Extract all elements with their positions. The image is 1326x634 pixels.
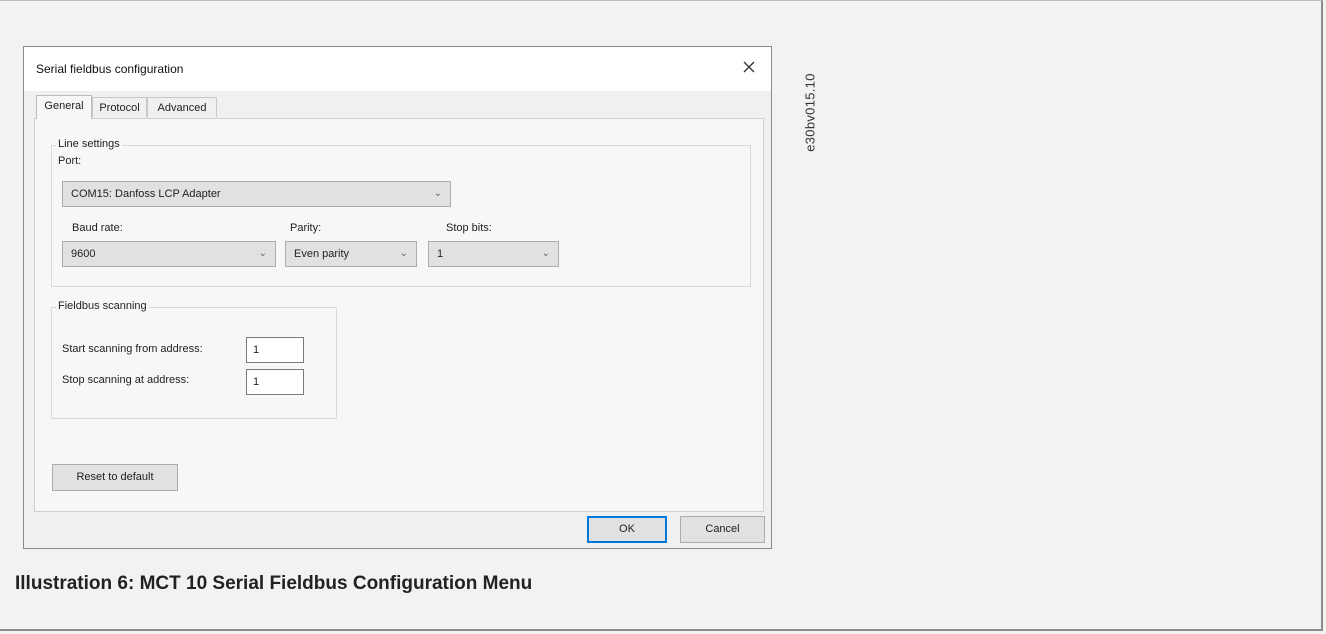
chevron-down-icon: ⌄	[541, 248, 550, 259]
parity-label: Parity:	[290, 222, 322, 234]
chevron-down-icon: ⌄	[433, 188, 442, 199]
chevron-down-icon: ⌄	[399, 248, 408, 259]
stop-bits-value: 1	[437, 248, 444, 260]
stop-bits-label: Stop bits:	[446, 222, 492, 234]
line-settings-legend: Line settings	[56, 138, 122, 150]
parity-value: Even parity	[294, 248, 350, 260]
dialog-title: Serial fieldbus configuration	[36, 62, 184, 76]
tab-panel-general: Line settings Port: COM15: Danfoss LCP A…	[34, 118, 764, 512]
start-address-input[interactable]: 1	[246, 337, 304, 363]
tab-general[interactable]: General	[36, 95, 92, 119]
baud-rate-label: Baud rate:	[72, 222, 123, 234]
figure-code: e30bv015.10	[800, 50, 820, 180]
start-address-label: Start scanning from address:	[62, 343, 203, 355]
tab-protocol[interactable]: Protocol	[92, 97, 147, 117]
illustration-caption: Illustration 6: MCT 10 Serial Fieldbus C…	[15, 573, 533, 594]
port-select[interactable]: COM15: Danfoss LCP Adapter ⌄	[62, 181, 451, 207]
fieldbus-scanning-legend: Fieldbus scanning	[56, 300, 149, 312]
reset-to-default-button[interactable]: Reset to default	[52, 464, 178, 491]
stop-address-input[interactable]: 1	[246, 369, 304, 395]
serial-fieldbus-dialog: Serial fieldbus configuration General Pr…	[23, 46, 772, 549]
fieldbus-scanning-group: Fieldbus scanning Start scanning from ad…	[51, 300, 337, 419]
chevron-down-icon: ⌄	[258, 248, 267, 259]
line-settings-group: Line settings Port: COM15: Danfoss LCP A…	[51, 138, 751, 287]
tab-advanced[interactable]: Advanced	[147, 97, 217, 117]
stop-address-label: Stop scanning at address:	[62, 374, 190, 386]
port-label: Port:	[58, 155, 82, 167]
figure-code-text: e30bv015.10	[802, 73, 818, 152]
dialog-titlebar: Serial fieldbus configuration	[24, 47, 771, 91]
baud-rate-select[interactable]: 9600 ⌄	[62, 241, 276, 267]
parity-select[interactable]: Even parity ⌄	[285, 241, 417, 267]
close-icon[interactable]	[737, 55, 761, 79]
baud-rate-value: 9600	[71, 248, 96, 260]
stop-bits-select[interactable]: 1 ⌄	[428, 241, 559, 267]
port-select-value: COM15: Danfoss LCP Adapter	[71, 188, 221, 200]
ok-button[interactable]: OK	[587, 516, 667, 543]
cancel-button[interactable]: Cancel	[680, 516, 765, 543]
